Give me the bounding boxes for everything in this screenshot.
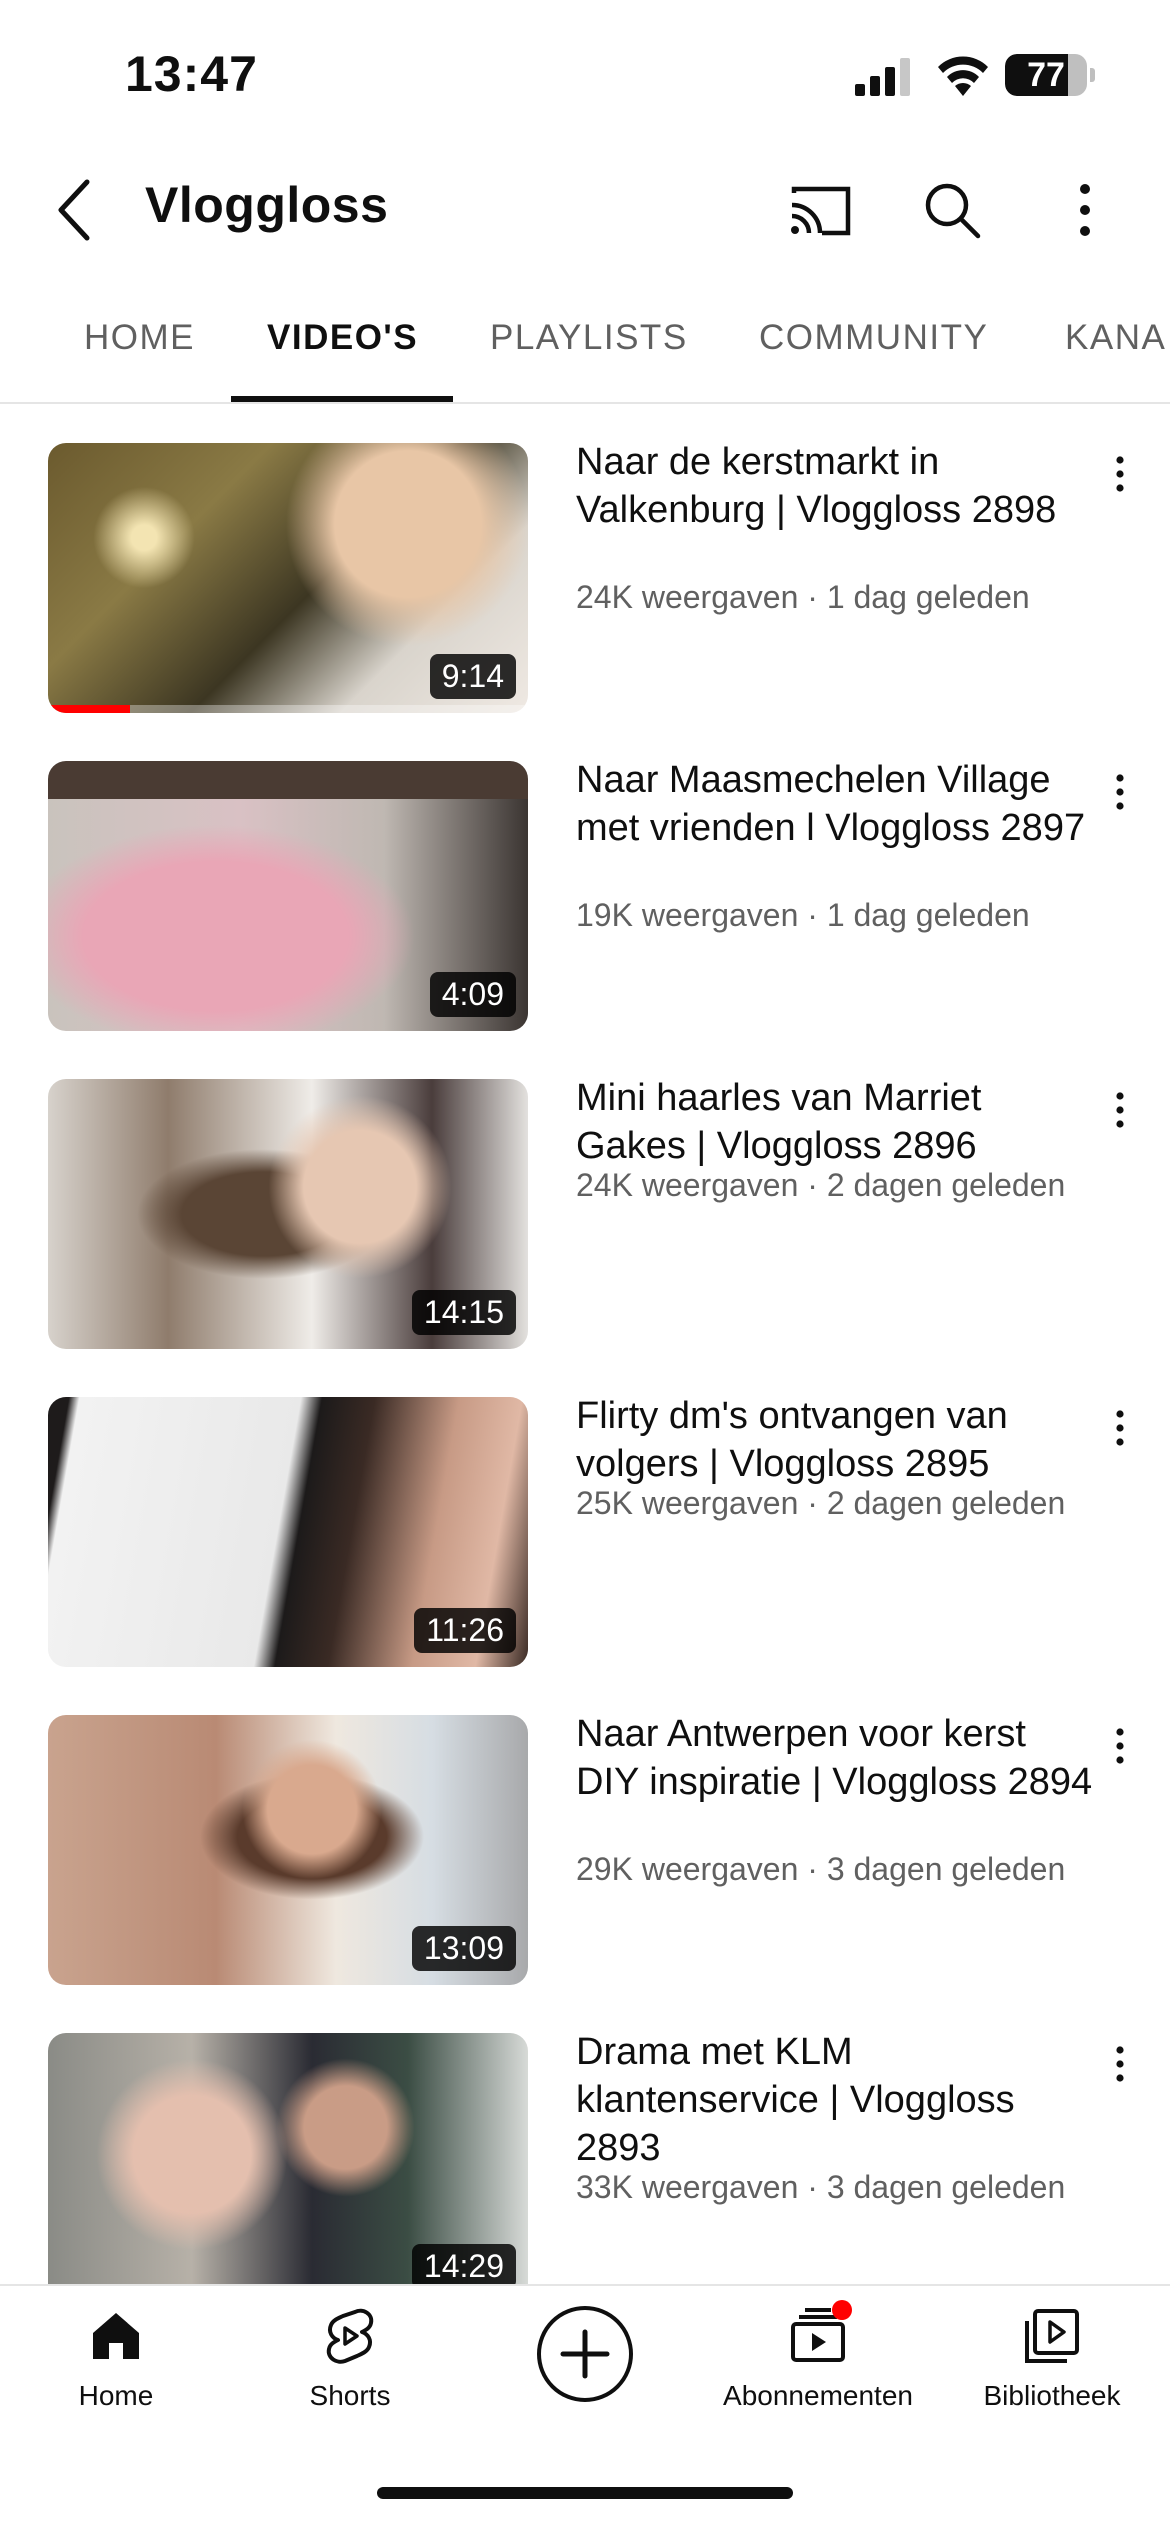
nav-home[interactable]: Home — [6, 2306, 226, 2436]
video-title[interactable]: Mini haarles van Marriet Gakes | Vlogglo… — [576, 1074, 1096, 1170]
library-icon — [1025, 2309, 1079, 2363]
video-duration: 11:26 — [414, 1608, 516, 1653]
video-title[interactable]: Drama met KLM klantenservice | Vloggloss… — [576, 2028, 1096, 2172]
video-item[interactable]: 14:29 Drama met KLM klantenservice | Vlo… — [0, 2031, 1170, 2303]
video-more-button[interactable] — [1100, 1721, 1140, 1771]
active-tab-indicator — [231, 396, 453, 402]
video-meta: 24K weergaven · 2 dagen geleden — [576, 1167, 1066, 1203]
nav-shorts-label: Shorts — [309, 2380, 391, 2411]
video-duration: 14:15 — [411, 1290, 516, 1335]
nav-library-label: Bibliotheek — [983, 2380, 1121, 2411]
tab-community[interactable]: COMMUNITY — [759, 318, 988, 358]
more-vertical-icon — [1116, 774, 1124, 810]
watch-progress-track — [48, 705, 528, 713]
video-more-button[interactable] — [1100, 767, 1140, 817]
video-meta: 19K weergaven · 1 dag geleden — [576, 897, 1030, 933]
home-indicator — [377, 2487, 793, 2499]
wifi-icon — [938, 56, 988, 96]
search-icon — [925, 183, 981, 239]
more-options-button[interactable] — [1045, 170, 1125, 250]
video-thumbnail[interactable]: 11:26 — [48, 1397, 528, 1667]
channel-title: Vloggloss — [145, 177, 389, 233]
video-duration: 9:14 — [429, 654, 516, 699]
status-time: 13:47 — [125, 46, 258, 102]
create-button[interactable] — [535, 2304, 635, 2404]
video-item[interactable]: 4:09 Naar Maasmechelen Village met vrien… — [0, 759, 1170, 1031]
video-more-button[interactable] — [1100, 1403, 1140, 1453]
video-more-button[interactable] — [1100, 449, 1140, 499]
video-duration: 13:09 — [411, 1926, 516, 1971]
more-vertical-icon — [1116, 2046, 1124, 2082]
shorts-icon — [326, 2308, 374, 2364]
video-thumbnail[interactable]: 13:09 — [48, 1715, 528, 1985]
cast-icon — [791, 186, 851, 236]
nav-shorts[interactable]: Shorts — [240, 2306, 460, 2436]
video-thumbnail[interactable]: 14:15 — [48, 1079, 528, 1349]
video-item[interactable]: 13:09 Naar Antwerpen voor kerst DIY insp… — [0, 1713, 1170, 1985]
tab-kanaal[interactable]: KANA — [1065, 318, 1166, 358]
tab-videos[interactable]: VIDEO'S — [267, 318, 418, 358]
nav-subscriptions[interactable]: Abonnementen — [708, 2300, 928, 2436]
search-button[interactable] — [912, 170, 992, 250]
cast-button[interactable] — [780, 170, 860, 250]
video-meta: 24K weergaven · 1 dag geleden — [576, 579, 1030, 615]
video-item[interactable]: 14:15 Mini haarles van Marriet Gakes | V… — [0, 1077, 1170, 1349]
nav-library[interactable]: Bibliotheek — [942, 2306, 1162, 2436]
back-arrow-icon — [58, 179, 90, 241]
cellular-signal-icon — [855, 58, 910, 96]
video-meta: 33K weergaven · 3 dagen geleden — [576, 2169, 1066, 2205]
channel-tabs: HOME VIDEO'S PLAYLISTS COMMUNITY KANA — [0, 290, 1170, 404]
video-thumbnail[interactable]: 9:14 — [48, 443, 528, 713]
video-title[interactable]: Naar Antwerpen voor kerst DIY inspiratie… — [576, 1710, 1096, 1806]
video-thumbnail[interactable]: 14:29 — [48, 2033, 528, 2303]
tab-home[interactable]: HOME — [84, 318, 195, 358]
nav-home-label: Home — [78, 2380, 154, 2411]
video-title[interactable]: Naar de kerstmarkt in Valkenburg | Vlogg… — [576, 438, 1096, 534]
battery-indicator: 77 — [1005, 54, 1095, 98]
nav-subscriptions-label: Abonnementen — [723, 2380, 913, 2411]
watch-progress-fill — [48, 705, 130, 713]
video-duration: 14:29 — [411, 2244, 516, 2289]
create-plus-icon — [537, 2306, 633, 2402]
video-more-button[interactable] — [1100, 1085, 1140, 1135]
back-button[interactable] — [35, 170, 115, 250]
status-bar: 13:47 77 — [0, 0, 1170, 150]
tab-playlists[interactable]: PLAYLISTS — [490, 318, 688, 358]
video-item[interactable]: 9:14 Naar de kerstmarkt in Valkenburg | … — [0, 441, 1170, 713]
more-vertical-icon — [1116, 1410, 1124, 1446]
video-meta: 29K weergaven · 3 dagen geleden — [576, 1851, 1066, 1887]
battery-level: 77 — [1027, 56, 1065, 94]
video-duration: 4:09 — [429, 972, 516, 1017]
video-meta: 25K weergaven · 2 dagen geleden — [576, 1485, 1066, 1521]
channel-app-bar: Vloggloss — [0, 150, 1170, 270]
more-vertical-icon — [1116, 456, 1124, 492]
more-vertical-icon — [1116, 1728, 1124, 1764]
video-thumbnail[interactable]: 4:09 — [48, 761, 528, 1031]
video-title[interactable]: Naar Maasmechelen Village met vrienden l… — [576, 756, 1096, 852]
video-title[interactable]: Flirty dm's ontvangen van volgers | Vlog… — [576, 1392, 1096, 1488]
video-more-button[interactable] — [1100, 2039, 1140, 2089]
more-vertical-icon — [1116, 1092, 1124, 1128]
video-item[interactable]: 11:26 Flirty dm's ontvangen van volgers … — [0, 1395, 1170, 1667]
home-filled-icon — [93, 2313, 139, 2359]
more-vertical-icon — [1080, 184, 1090, 236]
notification-dot — [832, 2300, 852, 2320]
